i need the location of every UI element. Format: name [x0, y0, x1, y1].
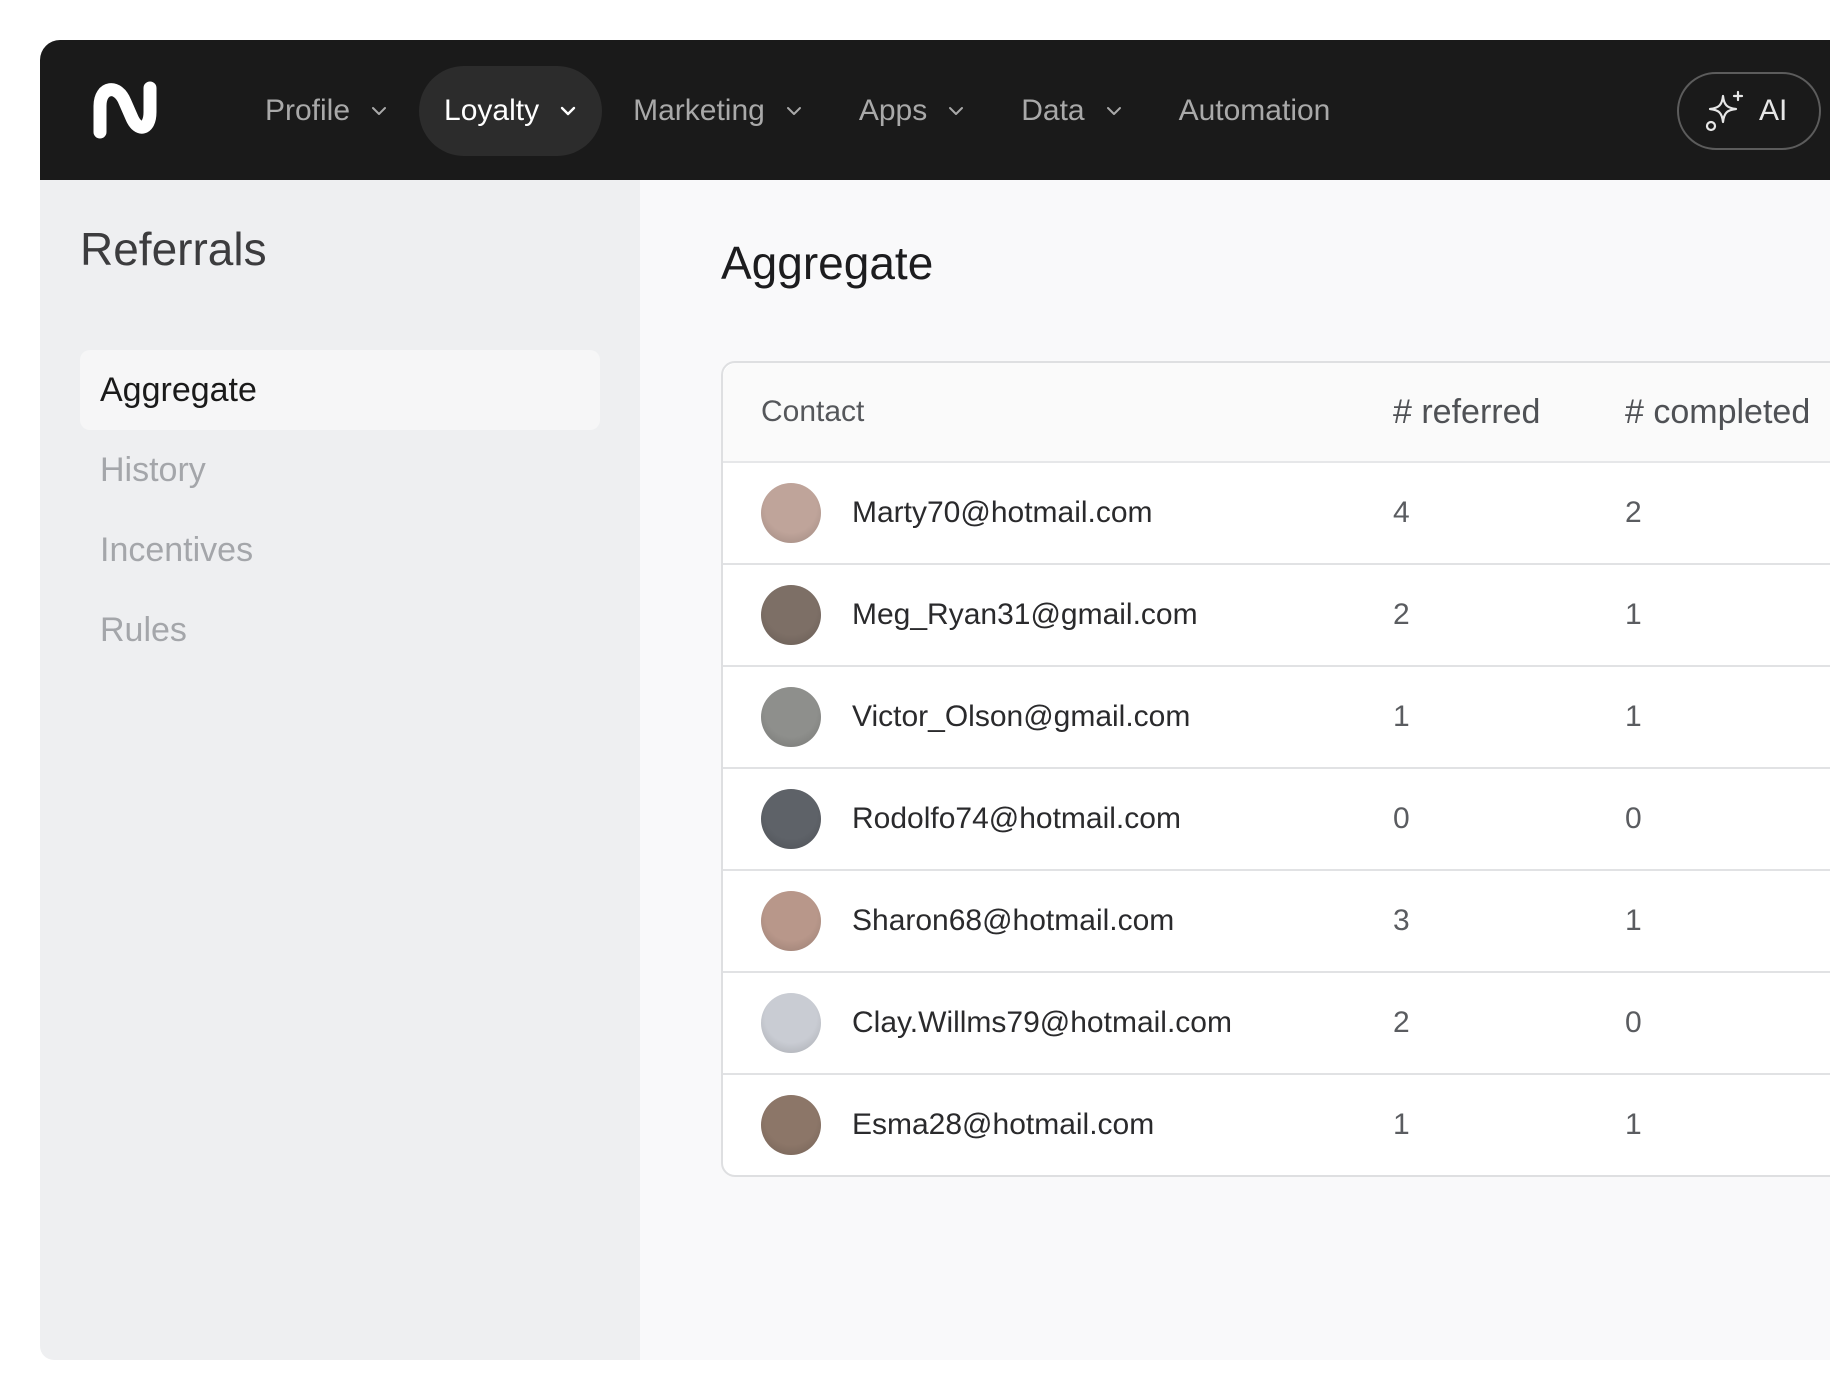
contact-email[interactable]: Clay.Willms79@hotmail.com — [852, 1006, 1232, 1040]
chevron-down-icon — [372, 107, 387, 115]
contact-cell: Marty70@hotmail.com — [723, 483, 1393, 543]
contact-cell: Victor_Olson@gmail.com — [723, 687, 1393, 747]
nav-label: Data — [1021, 94, 1085, 127]
referred-count: 3 — [1393, 904, 1410, 937]
chevron-down-icon — [1106, 107, 1121, 115]
nav-item-marketing[interactable]: Marketing — [608, 66, 828, 156]
referred-count: 2 — [1393, 1006, 1410, 1039]
sidebar-item-history[interactable]: History — [80, 430, 600, 510]
completed-count: 0 — [1625, 802, 1642, 835]
nav-label: Loyalty — [444, 94, 540, 127]
referred-count: 0 — [1393, 802, 1410, 835]
column-header-referred[interactable]: # referred — [1393, 393, 1625, 432]
ai-button-label: AI — [1759, 94, 1788, 127]
referrals-table: Contact # referred # completed Marty70@h… — [721, 361, 1830, 1177]
sidebar-item-incentives[interactable]: Incentives — [80, 510, 600, 590]
nav-item-data[interactable]: Data — [996, 66, 1147, 156]
chevron-down-icon — [786, 107, 801, 115]
sparkle-icon — [1705, 90, 1744, 132]
table-row[interactable]: Marty70@hotmail.com 4 2 — [723, 463, 1830, 565]
top-nav-bar: Profile Loyalty Marketing Apps Data Auto… — [40, 40, 1830, 180]
contact-email[interactable]: Marty70@hotmail.com — [852, 496, 1153, 530]
contact-email[interactable]: Meg_Ryan31@gmail.com — [852, 598, 1198, 632]
ai-button[interactable]: AI — [1677, 72, 1821, 150]
table-row[interactable]: Rodolfo74@hotmail.com 0 0 — [723, 769, 1830, 871]
referred-count: 2 — [1393, 598, 1410, 631]
completed-count: 1 — [1625, 598, 1642, 631]
main-nav: Profile Loyalty Marketing Apps Data Auto… — [240, 66, 1361, 156]
app-window: Profile Loyalty Marketing Apps Data Auto… — [40, 40, 1830, 1360]
table-body: Marty70@hotmail.com 4 2 Meg_Ryan31@gmail.co… — [723, 463, 1830, 1175]
contact-cell: Meg_Ryan31@gmail.com — [723, 585, 1393, 645]
sidebar-title: Referrals — [80, 223, 267, 275]
avatar — [761, 687, 821, 747]
completed-count: 1 — [1625, 1108, 1642, 1141]
nav-label: Apps — [858, 94, 928, 127]
table-row[interactable]: Sharon68@hotmail.com 3 1 — [723, 871, 1830, 973]
table-row[interactable]: Meg_Ryan31@gmail.com 2 1 — [723, 565, 1830, 667]
contact-email[interactable]: Sharon68@hotmail.com — [852, 904, 1174, 938]
page-title: Aggregate — [721, 237, 934, 289]
nav-item-profile[interactable]: Profile — [240, 66, 413, 156]
completed-count: 1 — [1625, 700, 1642, 733]
avatar — [761, 789, 821, 849]
sidebar-item-aggregate[interactable]: Aggregate — [80, 350, 600, 430]
contact-email[interactable]: Victor_Olson@gmail.com — [852, 700, 1190, 734]
referred-count: 1 — [1393, 700, 1410, 733]
contact-cell: Clay.Willms79@hotmail.com — [723, 993, 1393, 1053]
nav-item-automation[interactable]: Automation — [1154, 66, 1356, 156]
sidebar-item-rules[interactable]: Rules — [80, 590, 600, 670]
completed-count: 1 — [1625, 904, 1642, 937]
avatar — [761, 483, 821, 543]
nav-item-apps[interactable]: Apps — [834, 66, 990, 156]
avatar — [761, 585, 821, 645]
column-header-contact[interactable]: Contact — [723, 395, 1393, 429]
contact-cell: Rodolfo74@hotmail.com — [723, 789, 1393, 849]
avatar — [761, 993, 821, 1053]
contact-email[interactable]: Esma28@hotmail.com — [852, 1108, 1154, 1142]
contact-cell: Esma28@hotmail.com — [723, 1095, 1393, 1155]
contact-cell: Sharon68@hotmail.com — [723, 891, 1393, 951]
referred-count: 4 — [1393, 496, 1410, 529]
table-row[interactable]: Victor_Olson@gmail.com 1 1 — [723, 667, 1830, 769]
table-row[interactable]: Clay.Willms79@hotmail.com 2 0 — [723, 973, 1830, 1075]
completed-count: 0 — [1625, 1006, 1642, 1039]
table-row[interactable]: Esma28@hotmail.com 1 1 — [723, 1075, 1830, 1175]
avatar — [761, 891, 821, 951]
table-header: Contact # referred # completed — [723, 363, 1830, 463]
chevron-down-icon — [560, 106, 576, 116]
contact-email[interactable]: Rodolfo74@hotmail.com — [852, 802, 1181, 836]
referred-count: 1 — [1393, 1108, 1410, 1141]
sidebar: Referrals Aggregate History Incentives R… — [40, 180, 640, 1360]
nav-label: Profile — [265, 94, 351, 127]
avatar — [761, 1095, 821, 1155]
main-content: Aggregate Contact # referred # completed… — [640, 180, 1830, 1360]
sidebar-menu: Aggregate History Incentives Rules — [80, 350, 600, 670]
nav-label: Automation — [1178, 94, 1331, 127]
brand-logo-icon[interactable] — [92, 80, 158, 140]
nav-label: Marketing — [633, 94, 765, 127]
chevron-down-icon — [949, 107, 964, 115]
column-header-completed[interactable]: # completed — [1625, 393, 1830, 432]
completed-count: 2 — [1625, 496, 1642, 529]
nav-item-loyalty[interactable]: Loyalty — [419, 66, 603, 156]
